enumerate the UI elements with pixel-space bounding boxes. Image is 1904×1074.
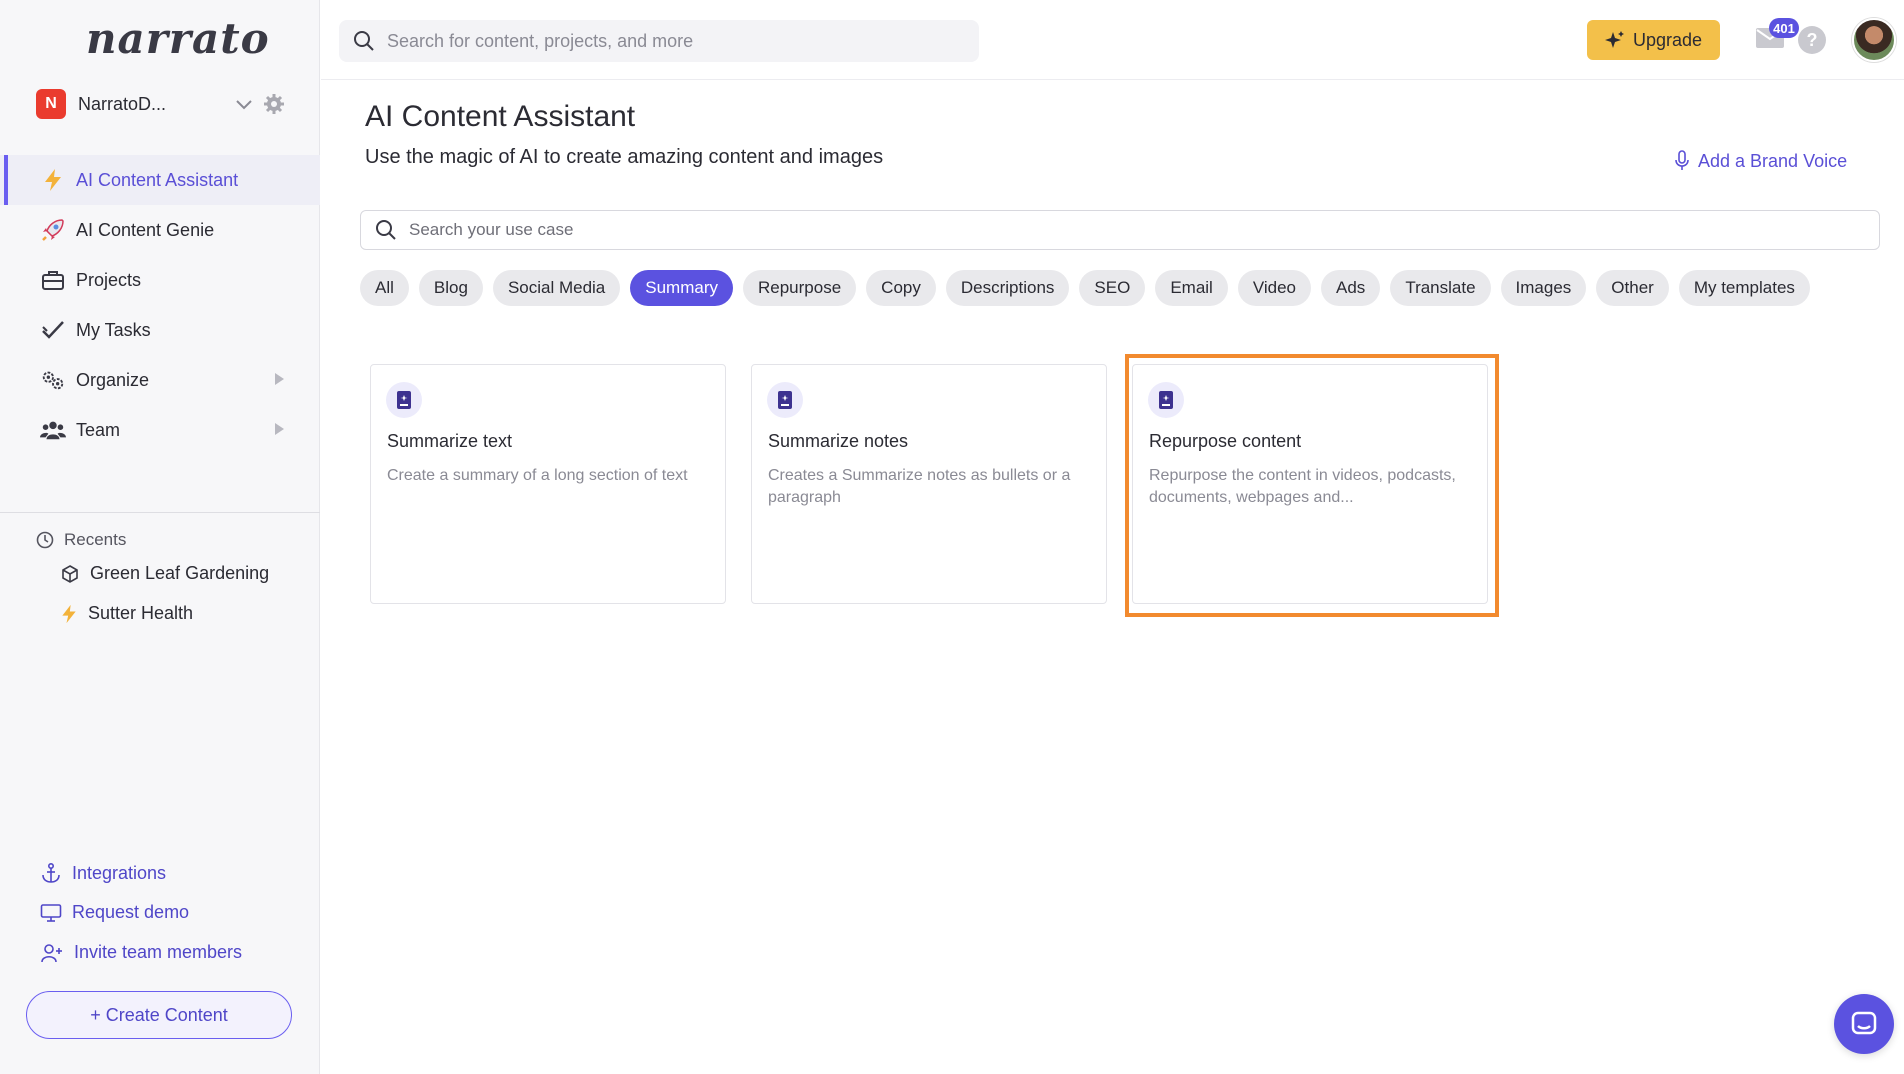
sidebar-item-label: AI Content Assistant — [76, 169, 239, 190]
mail-count-badge: 401 — [1769, 18, 1799, 38]
submenu-arrow-icon — [275, 423, 284, 435]
card-description: Repurpose the content in videos, podcast… — [1149, 467, 1456, 506]
chevron-down-icon[interactable] — [234, 94, 254, 114]
integrations-link[interactable]: Integrations — [40, 862, 166, 884]
chip-ads[interactable]: Ads — [1321, 270, 1381, 306]
chip-summary[interactable]: Summary — [630, 270, 733, 306]
book-icon — [386, 382, 422, 418]
workspace-name: NarratoD... — [78, 93, 167, 114]
recents-heading: Recents — [36, 530, 126, 550]
search-icon — [354, 31, 374, 51]
recent-item-green-leaf-gardening[interactable]: Green Leaf Gardening — [60, 563, 269, 584]
chip-blog[interactable]: Blog — [418, 270, 483, 306]
sidebar-nav: AI Content Assistant AI Content Genie Pr… — [0, 155, 320, 455]
search-icon — [376, 220, 396, 240]
briefcase-icon — [40, 267, 66, 293]
request-demo-label: Request demo — [72, 902, 190, 922]
sidebar-item-ai-content-genie[interactable]: AI Content Genie — [0, 205, 320, 255]
chip-images[interactable]: Images — [1500, 270, 1587, 306]
sidebar-item-organize[interactable]: Organize — [0, 355, 320, 405]
card-description: Creates a Summarize notes as bullets or … — [768, 467, 1071, 506]
template-card-summarize-notes[interactable]: Summarize notes Creates a Summarize note… — [751, 364, 1107, 604]
lightning-icon — [40, 167, 66, 193]
create-content-button[interactable]: + Create Content — [26, 991, 292, 1039]
chip-email[interactable]: Email — [1155, 270, 1228, 306]
sidebar-item-my-tasks[interactable]: My Tasks — [0, 305, 320, 355]
monitor-icon — [40, 903, 62, 922]
template-card-repurpose-content[interactable]: Repurpose content Repurpose the content … — [1132, 364, 1488, 604]
sidebar-item-ai-content-assistant[interactable]: AI Content Assistant — [0, 155, 320, 205]
add-brand-voice-link[interactable]: Add a Brand Voice — [1674, 150, 1847, 172]
sidebar-item-team[interactable]: Team — [0, 405, 320, 455]
global-search[interactable] — [339, 20, 979, 62]
invite-team-members-label: Invite team members — [74, 942, 243, 962]
sidebar-divider — [0, 512, 320, 513]
usecase-search-input[interactable] — [409, 220, 1849, 240]
page-title: AI Content Assistant — [365, 100, 636, 133]
sidebar: narrato N NarratoD... AI Content Assista… — [0, 0, 320, 1074]
team-icon — [40, 417, 66, 443]
top-bar: Upgrade 401 ? — [321, 0, 1904, 80]
user-avatar[interactable] — [1852, 18, 1896, 62]
page-subtitle: Use the magic of AI to create amazing co… — [365, 146, 884, 168]
sidebar-item-label: AI Content Genie — [76, 219, 215, 240]
upgrade-button[interactable]: Upgrade — [1587, 20, 1720, 60]
chip-repurpose[interactable]: Repurpose — [743, 270, 857, 306]
sidebar-item-label: Organize — [76, 369, 150, 390]
microphone-icon — [1675, 150, 1689, 170]
submenu-arrow-icon — [275, 373, 284, 385]
gear-icon[interactable] — [262, 92, 286, 116]
chip-translate[interactable]: Translate — [1390, 270, 1491, 306]
sidebar-item-label: Team — [76, 419, 121, 440]
chip-other[interactable]: Other — [1596, 270, 1669, 306]
chip-social-media[interactable]: Social Media — [492, 270, 621, 306]
sidebar-item-label: My Tasks — [76, 319, 151, 340]
chat-support-button[interactable] — [1834, 994, 1894, 1054]
card-title: Summarize text — [387, 431, 513, 451]
chat-icon — [1851, 1011, 1877, 1035]
workspace-badge: N — [36, 89, 66, 119]
card-description: Create a summary of a long section of te… — [387, 467, 688, 484]
recents-title: Recents — [64, 530, 127, 549]
chip-seo[interactable]: SEO — [1079, 270, 1146, 306]
card-title: Repurpose content — [1149, 431, 1302, 451]
recent-item-label: Green Leaf Gardening — [90, 563, 270, 583]
chip-descriptions[interactable]: Descriptions — [945, 270, 1070, 306]
request-demo-link[interactable]: Request demo — [40, 902, 189, 923]
sidebar-item-label: Projects — [76, 269, 142, 290]
sparkle-icon — [1604, 31, 1624, 48]
chip-video[interactable]: Video — [1237, 270, 1312, 306]
add-user-icon — [41, 943, 62, 962]
sidebar-item-projects[interactable]: Projects — [0, 255, 320, 305]
global-search-input[interactable] — [387, 30, 947, 52]
book-icon — [1148, 382, 1184, 418]
anchor-icon — [42, 862, 60, 883]
integrations-label: Integrations — [72, 862, 167, 883]
checkmark-icon — [40, 317, 66, 343]
invite-team-members-link[interactable]: Invite team members — [40, 942, 242, 963]
recent-item-label: Sutter Health — [88, 603, 194, 623]
card-title: Summarize notes — [768, 431, 909, 451]
book-icon — [767, 382, 803, 418]
add-brand-voice-label: Add a Brand Voice — [1698, 150, 1848, 171]
chip-my-templates[interactable]: My templates — [1678, 270, 1810, 306]
recent-item-sutter-health[interactable]: Sutter Health — [60, 603, 193, 624]
gears-icon — [40, 367, 66, 393]
lightning-icon — [62, 604, 76, 623]
category-filter-chips: All Blog Social Media Summary Repurpose … — [360, 270, 1810, 306]
cube-icon — [62, 564, 78, 583]
help-icon[interactable]: ? — [1798, 26, 1826, 54]
workspace-switcher[interactable]: N NarratoD... — [36, 88, 286, 120]
upgrade-label: Upgrade — [1632, 29, 1703, 50]
usecase-search[interactable] — [360, 210, 1880, 250]
clock-icon — [36, 531, 54, 549]
narrato-logo[interactable]: narrato — [86, 14, 270, 63]
chip-copy[interactable]: Copy — [866, 270, 936, 306]
rocket-icon — [40, 217, 66, 243]
chip-all[interactable]: All — [360, 270, 409, 306]
template-card-summarize-text[interactable]: Summarize text Create a summary of a lon… — [370, 364, 726, 604]
